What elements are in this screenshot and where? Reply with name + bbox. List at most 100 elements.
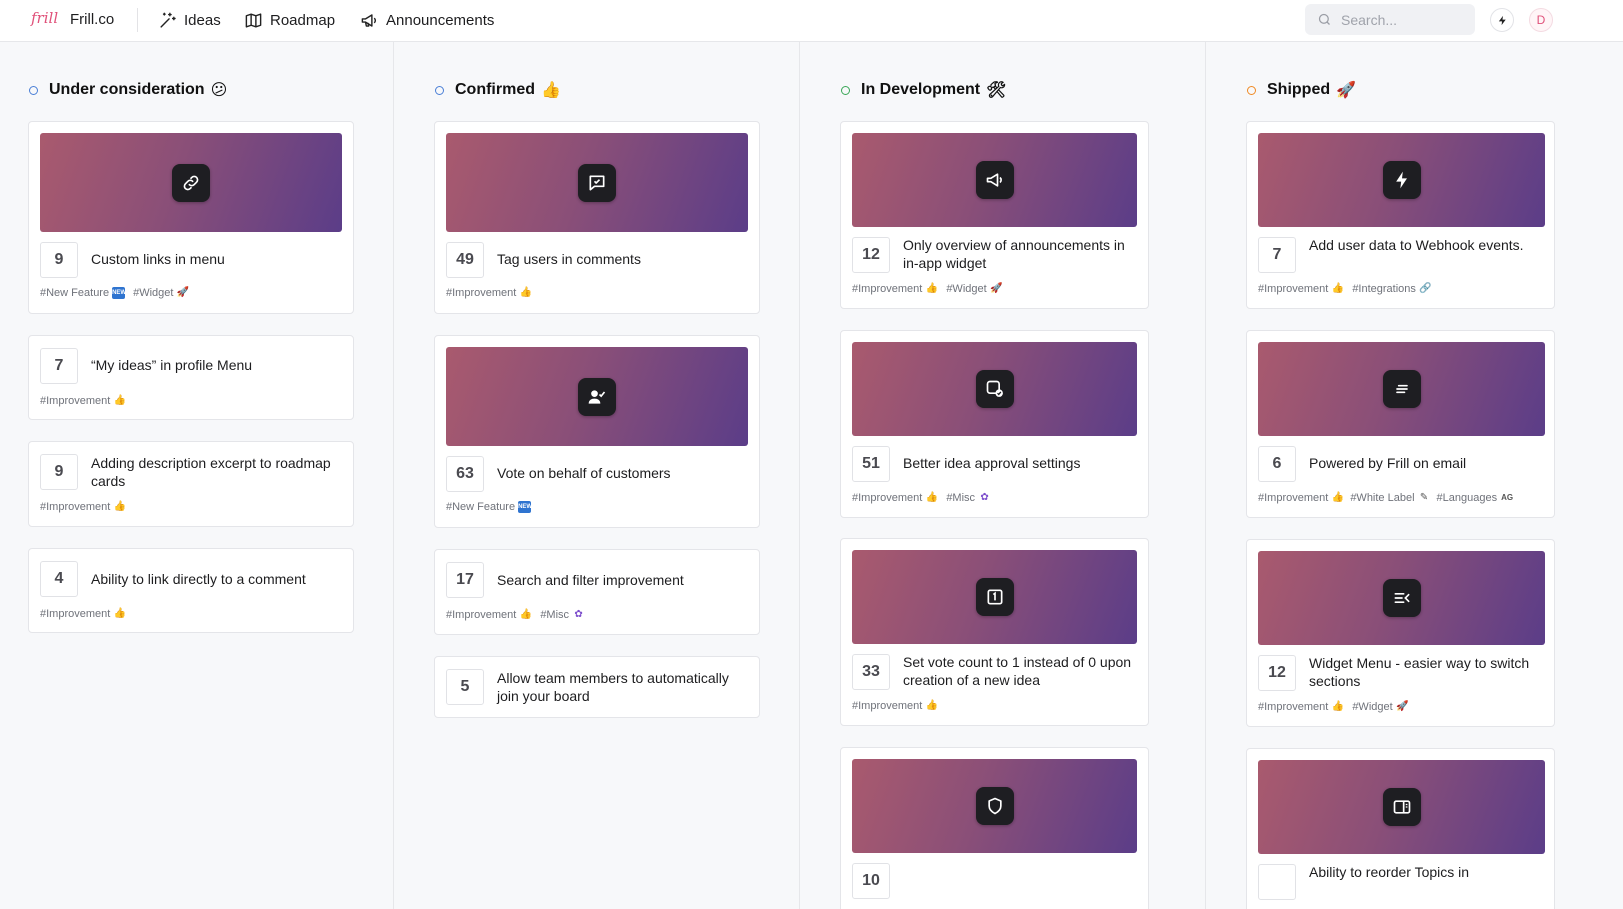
nav-ideas-label: Ideas bbox=[184, 11, 221, 29]
card-title: Only overview of announcements in in-app… bbox=[903, 237, 1125, 271]
tag: #White Label ✎ bbox=[1350, 492, 1430, 504]
card-title: Allow team members to automatically join… bbox=[497, 670, 729, 704]
card-tags: #Improvement 👍 #Widget 🚀 bbox=[852, 283, 1003, 295]
column-title: In Development bbox=[861, 81, 981, 98]
tag-label: #Improvement bbox=[40, 395, 111, 407]
tag-label: #Improvement bbox=[446, 609, 517, 621]
idea-card[interactable]: 5 Allow team members to automatically jo… bbox=[434, 656, 760, 718]
column-emoji: 👍 bbox=[541, 82, 561, 99]
idea-card[interactable]: 12 Only overview of announcements in in-… bbox=[840, 121, 1149, 309]
card-cover bbox=[852, 550, 1137, 644]
vote-button[interactable]: 12 bbox=[852, 237, 890, 273]
card-title: Ability to reorder Topics in bbox=[1309, 864, 1470, 880]
brand-name[interactable]: Frill.co bbox=[70, 11, 114, 28]
tag: #Integrations 🔗 bbox=[1352, 283, 1432, 295]
sidebar-panel-icon bbox=[1393, 800, 1410, 814]
tag-label: #New Feature bbox=[40, 287, 110, 299]
vote-button[interactable]: 63 bbox=[446, 456, 484, 492]
card-title: Set vote count to 1 instead of 0 upon cr… bbox=[903, 654, 1132, 688]
cover-icon-badge bbox=[975, 787, 1014, 825]
vote-button[interactable]: 51 bbox=[852, 446, 890, 482]
card-cover bbox=[40, 133, 342, 232]
tag-label: #Improvement bbox=[852, 283, 923, 295]
vote-button[interactable]: 7 bbox=[1258, 237, 1296, 273]
rocket-icon: 🚀 bbox=[989, 283, 1003, 294]
vote-button[interactable]: 9 bbox=[40, 454, 78, 490]
tag: #Improvement 👍 bbox=[1258, 701, 1344, 713]
vote-button[interactable]: 4 bbox=[40, 561, 78, 597]
vote-button[interactable] bbox=[1258, 864, 1296, 900]
nav-ideas[interactable]: Ideas bbox=[158, 0, 221, 40]
card-tags: #New Feature NEW bbox=[446, 501, 532, 513]
idea-card[interactable]: 49 Tag users in comments #Improvement 👍 bbox=[434, 121, 760, 314]
vote-button[interactable]: 9 bbox=[40, 242, 78, 278]
card-cover bbox=[446, 133, 748, 232]
nav-announcements[interactable]: Announcements bbox=[360, 0, 494, 40]
thumbs-up-icon: 👍 bbox=[1331, 492, 1345, 503]
thumbs-up-icon: 👍 bbox=[925, 283, 939, 294]
tag-label: #Integrations bbox=[1352, 283, 1416, 295]
idea-card[interactable]: 6 Powered by Frill on email #Improvement… bbox=[1246, 330, 1555, 518]
idea-card[interactable]: 9 Custom links in menu #New Feature NEW #… bbox=[28, 121, 354, 314]
vote-button[interactable]: 49 bbox=[446, 242, 484, 278]
idea-card[interactable]: 9 Adding description excerpt to roadmap … bbox=[28, 441, 354, 527]
tag-label: #Widget bbox=[946, 283, 987, 295]
idea-card[interactable]: 7 Add user data to Webhook events. #Impr… bbox=[1246, 121, 1555, 309]
card-tags: #Improvement 👍 #Misc ✿ bbox=[852, 492, 991, 504]
tag: #Improvement 👍 bbox=[852, 492, 938, 504]
idea-card[interactable]: 4 Ability to link directly to a comment … bbox=[28, 548, 354, 633]
column-divider bbox=[1205, 42, 1206, 909]
cover-icon-badge bbox=[1382, 370, 1421, 408]
nav-roadmap[interactable]: Roadmap bbox=[244, 0, 335, 40]
cover-icon-badge bbox=[1382, 161, 1421, 199]
vote-button[interactable]: 12 bbox=[1258, 655, 1296, 691]
tag-label: #Improvement bbox=[40, 608, 111, 620]
tag: #Improvement 👍 bbox=[446, 287, 532, 299]
card-tags: #Improvement 👍 bbox=[852, 700, 938, 712]
idea-card[interactable]: 12 Widget Menu - easier way to switch se… bbox=[1246, 539, 1555, 727]
vote-button[interactable]: 7 bbox=[40, 348, 78, 384]
tag: #Improvement 👍 bbox=[446, 609, 532, 621]
misc-icon: ✿ bbox=[574, 609, 583, 620]
text-lines-icon bbox=[1395, 384, 1408, 394]
idea-card[interactable]: 17 Search and filter improvement #Improv… bbox=[434, 549, 760, 635]
column-title: Confirmed bbox=[455, 81, 535, 98]
idea-card[interactable]: 63 Vote on behalf of customers #New Feat… bbox=[434, 335, 760, 528]
tag-label: #Improvement bbox=[446, 287, 517, 299]
nav-announcements-label: Announcements bbox=[386, 11, 495, 29]
cover-icon-badge bbox=[578, 377, 616, 416]
frill-logo[interactable]: frill bbox=[31, 9, 58, 27]
card-title: Powered by Frill on email bbox=[1309, 455, 1467, 471]
cover-icon-badge bbox=[975, 161, 1014, 199]
idea-card[interactable]: Ability to reorder Topics in bbox=[1246, 748, 1555, 909]
search-input[interactable] bbox=[1341, 11, 1461, 28]
vote-button[interactable]: 5 bbox=[446, 669, 484, 705]
thumbs-up-icon: 👍 bbox=[113, 608, 127, 619]
idea-card[interactable]: 51 Better idea approval settings #Improv… bbox=[840, 330, 1149, 518]
vote-button[interactable]: 33 bbox=[852, 654, 890, 690]
card-tags: #Improvement 👍 #Misc ✿ bbox=[446, 609, 585, 621]
idea-card[interactable]: 33 Set vote count to 1 instead of 0 upon… bbox=[840, 538, 1149, 726]
card-title: Add user data to Webhook events. bbox=[1309, 237, 1524, 253]
whats-new-button[interactable] bbox=[1490, 8, 1514, 32]
thumbs-up-icon: 👍 bbox=[519, 609, 533, 620]
user-avatar[interactable]: D bbox=[1529, 8, 1553, 32]
thumbs-up-icon: 👍 bbox=[113, 395, 127, 406]
idea-card[interactable]: 10 bbox=[840, 747, 1149, 909]
tag: #Improvement 👍 bbox=[40, 608, 126, 620]
card-tags: #New Feature NEW #Widget 🚀 bbox=[40, 287, 189, 299]
top-navigation-bar: frill Frill.co Ideas Roadmap Announcemen… bbox=[0, 0, 1623, 42]
idea-card[interactable]: 7 “My ideas” in profile Menu #Improvemen… bbox=[28, 335, 354, 420]
tag-label: #Widget bbox=[133, 287, 174, 299]
vote-button[interactable]: 17 bbox=[446, 562, 484, 598]
megaphone-icon bbox=[986, 173, 1002, 187]
tag-label: #Misc bbox=[946, 492, 976, 504]
vote-button[interactable]: 10 bbox=[852, 863, 890, 899]
column-header-confirmed: Confirmed 👍 bbox=[435, 80, 561, 100]
card-cover bbox=[852, 133, 1137, 227]
card-title: Custom links in menu bbox=[91, 251, 225, 267]
cover-icon-badge bbox=[975, 370, 1014, 408]
cover-icon-badge bbox=[1382, 579, 1421, 617]
search-box[interactable] bbox=[1305, 4, 1475, 35]
vote-button[interactable]: 6 bbox=[1258, 446, 1296, 482]
